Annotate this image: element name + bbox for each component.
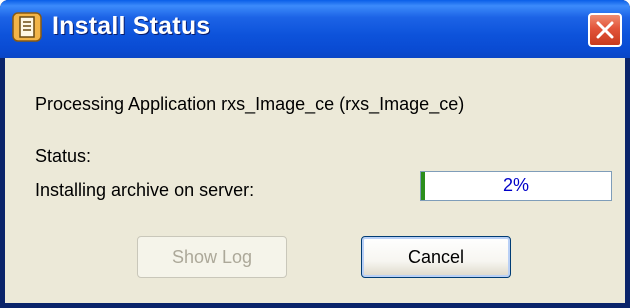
app-document-icon — [12, 12, 42, 42]
progress-percent: 2% — [502, 175, 529, 195]
cancel-button[interactable]: Cancel — [361, 236, 511, 278]
status-label: Status: — [35, 146, 92, 166]
install-status-window: Install Status Processing Application rx… — [0, 0, 630, 308]
window-title: Install Status — [52, 12, 211, 40]
installing-label: Installing archive on server: — [35, 180, 255, 200]
processing-message: Processing Application rxs_Image_ce (rxs… — [35, 94, 465, 114]
close-button[interactable] — [588, 13, 622, 47]
title-bar[interactable]: Install Status — [0, 0, 630, 58]
progress-bar: 2% — [420, 171, 612, 201]
dialog-body: Processing Application rxs_Image_ce (rxs… — [5, 58, 625, 303]
close-icon — [596, 21, 614, 39]
show-log-button[interactable]: Show Log — [137, 236, 287, 278]
